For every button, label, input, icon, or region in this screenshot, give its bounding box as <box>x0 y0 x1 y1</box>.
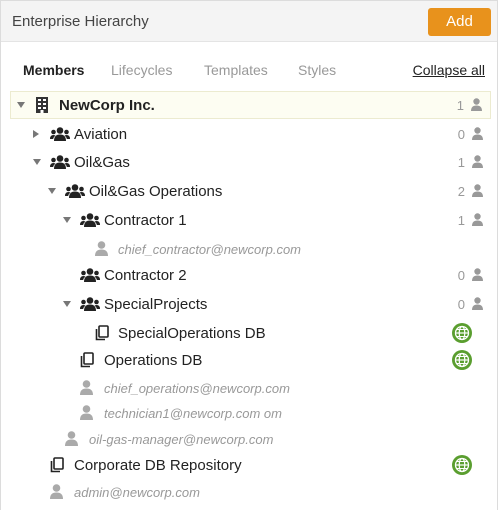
member-count: 1 <box>456 98 464 113</box>
tree-node-contractor-2[interactable]: Contractor 2 0 <box>1 261 497 289</box>
tree-node-specialprojects[interactable]: SpecialProjects 0 <box>1 290 497 318</box>
expand-caret[interactable] <box>48 188 56 194</box>
node-label: Contractor 2 <box>104 267 187 284</box>
user-group-icon <box>80 297 100 311</box>
user-group-icon <box>50 127 70 141</box>
building-icon <box>35 97 49 113</box>
expand-caret[interactable] <box>33 159 41 165</box>
node-label: Aviation <box>74 126 128 143</box>
enterprise-hierarchy-panel: Enterprise Hierarchy Add Members Lifecyc… <box>0 0 498 510</box>
node-label: SpecialProjects <box>104 296 208 313</box>
database-copy-icon <box>80 352 94 368</box>
tree-node-contractor-1[interactable]: Contractor 1 1 <box>1 206 497 234</box>
expand-caret[interactable] <box>63 217 71 223</box>
database-copy-icon <box>95 325 109 341</box>
user-group-icon <box>80 268 100 282</box>
member-count: 0 <box>457 268 465 283</box>
user-email: technician1@newcorp.com om <box>104 406 282 421</box>
user-icon <box>472 268 483 281</box>
user-email: chief_operations@newcorp.com <box>104 381 290 396</box>
node-label: Corporate DB Repository <box>74 457 242 474</box>
tree-node-aviation[interactable]: Aviation 0 <box>1 120 497 148</box>
user-group-icon <box>80 213 100 227</box>
tree-user-admin[interactable]: admin@newcorp.com <box>1 478 497 506</box>
tree-node-oilgas[interactable]: Oil&Gas 1 <box>1 148 497 176</box>
node-label: Oil&Gas <box>74 154 130 171</box>
user-email: admin@newcorp.com <box>74 485 200 500</box>
add-button[interactable]: Add <box>428 8 491 36</box>
tree-user-technician1[interactable]: technician1@newcorp.com om <box>1 399 497 427</box>
node-label: Contractor 1 <box>104 212 187 229</box>
user-group-icon <box>65 184 85 198</box>
user-group-icon <box>50 155 70 169</box>
tree-db-specialoperations[interactable]: SpecialOperations DB <box>1 319 497 347</box>
tree-node-oilgas-operations[interactable]: Oil&Gas Operations 2 <box>1 177 497 205</box>
globe-icon[interactable] <box>451 322 473 344</box>
tree-user-chief-contractor[interactable]: chief_contractor@newcorp.com <box>1 235 497 263</box>
globe-icon[interactable] <box>451 454 473 476</box>
globe-icon[interactable] <box>451 349 473 371</box>
tab-members[interactable]: Members <box>23 62 84 78</box>
user-icon <box>472 297 483 310</box>
user-icon <box>472 155 483 168</box>
user-icon <box>472 213 483 226</box>
tree-user-chief-operations[interactable]: chief_operations@newcorp.com <box>1 374 497 402</box>
member-count: 0 <box>457 127 465 142</box>
member-count: 1 <box>457 155 465 170</box>
node-label: SpecialOperations DB <box>118 325 266 342</box>
user-icon <box>65 431 78 446</box>
panel-header: Enterprise Hierarchy Add <box>1 1 497 42</box>
user-icon <box>95 241 108 256</box>
user-icon <box>80 405 93 420</box>
tab-bar: Members Lifecycles Templates Styles Coll… <box>1 42 497 92</box>
node-label: NewCorp Inc. <box>59 97 155 114</box>
member-count: 2 <box>457 184 465 199</box>
node-label: Operations DB <box>104 352 203 369</box>
user-email: oil-gas-manager@newcorp.com <box>89 432 274 447</box>
tab-templates[interactable]: Templates <box>204 62 268 78</box>
node-label: Oil&Gas Operations <box>89 183 223 200</box>
tree-db-operations[interactable]: Operations DB <box>1 346 497 374</box>
user-email: chief_contractor@newcorp.com <box>118 242 301 257</box>
user-icon <box>472 127 483 140</box>
expand-caret[interactable] <box>33 130 39 138</box>
tree-user-oil-gas-manager[interactable]: oil-gas-manager@newcorp.com <box>1 425 497 453</box>
user-icon <box>80 380 93 395</box>
user-icon <box>50 484 63 499</box>
database-copy-icon <box>50 457 64 473</box>
user-icon <box>472 184 483 197</box>
user-icon <box>471 98 482 111</box>
member-count: 0 <box>457 297 465 312</box>
tab-lifecycles[interactable]: Lifecycles <box>111 62 172 78</box>
member-count: 1 <box>457 213 465 228</box>
tab-styles[interactable]: Styles <box>298 62 336 78</box>
panel-title: Enterprise Hierarchy <box>12 13 149 30</box>
collapse-all-link[interactable]: Collapse all <box>413 62 485 78</box>
tree-db-corporate-repository[interactable]: Corporate DB Repository <box>1 451 497 479</box>
expand-caret[interactable] <box>63 301 71 307</box>
tree-node-newcorp[interactable]: NewCorp Inc. 1 <box>10 91 491 119</box>
expand-caret[interactable] <box>17 102 25 108</box>
